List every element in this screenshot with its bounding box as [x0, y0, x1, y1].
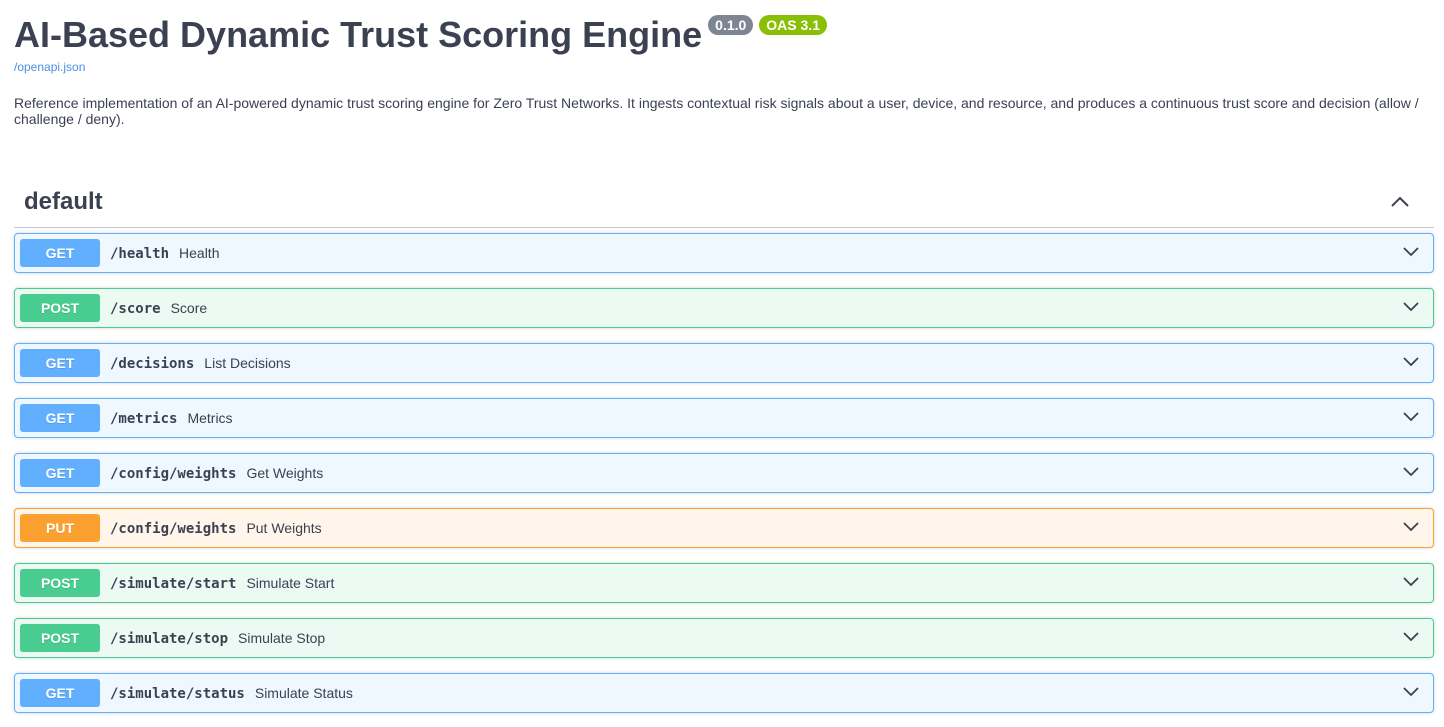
operation-path: /metrics Metrics — [110, 410, 233, 427]
method-badge: POST — [20, 294, 100, 322]
method-badge: POST — [20, 569, 100, 597]
operation-path: /score Score — [110, 300, 208, 317]
operation-summary: Put Weights — [246, 520, 322, 536]
page-title: AI-Based Dynamic Trust Scoring Engine — [14, 14, 703, 55]
method-badge: GET — [20, 404, 100, 432]
operation-path: /config/weights Put Weights — [110, 520, 322, 537]
operation-path: /simulate/start Simulate Start — [110, 575, 335, 592]
operation-post-simulate-start[interactable]: POST /simulate/start Simulate Start — [14, 563, 1434, 603]
operation-summary: Simulate Start — [246, 575, 335, 591]
title-row: AI-Based Dynamic Trust Scoring Engine 0.… — [14, 14, 827, 56]
tag-title: default — [24, 188, 103, 215]
version-badge: 0.1.0 — [708, 15, 754, 35]
operation-post-score[interactable]: POST /score Score — [14, 288, 1434, 328]
operation-get-metrics[interactable]: GET /metrics Metrics — [14, 398, 1434, 438]
method-badge: GET — [20, 459, 100, 487]
tag-section-default[interactable]: default — [14, 178, 1434, 228]
operation-path: /config/weights Get Weights — [110, 465, 324, 482]
chevron-down-icon[interactable] — [1401, 352, 1421, 372]
method-badge: POST — [20, 624, 100, 652]
method-badge: GET — [20, 349, 100, 377]
chevron-down-icon[interactable] — [1401, 627, 1421, 647]
operation-summary: Metrics — [187, 410, 233, 426]
operation-path: /simulate/stop Simulate Stop — [110, 630, 326, 647]
openapi-json-link[interactable]: /openapi.json — [14, 60, 85, 74]
chevron-down-icon[interactable] — [1401, 462, 1421, 482]
operation-put-config-weights[interactable]: PUT /config/weights Put Weights — [14, 508, 1434, 548]
chevron-down-icon[interactable] — [1401, 242, 1421, 262]
method-badge: PUT — [20, 514, 100, 542]
operation-post-simulate-stop[interactable]: POST /simulate/stop Simulate Stop — [14, 618, 1434, 658]
operation-get-health[interactable]: GET /health Health — [14, 233, 1434, 273]
method-badge: GET — [20, 239, 100, 267]
chevron-down-icon[interactable] — [1401, 407, 1421, 427]
operation-path: /health Health — [110, 245, 220, 262]
operation-summary: List Decisions — [204, 355, 291, 371]
api-description: Reference implementation of an AI-powere… — [14, 95, 1419, 127]
operation-summary: Score — [170, 300, 208, 316]
operation-get-config-weights[interactable]: GET /config/weights Get Weights — [14, 453, 1434, 493]
operation-summary: Simulate Status — [254, 685, 353, 701]
operation-get-simulate-status[interactable]: GET /simulate/status Simulate Status — [14, 673, 1434, 713]
method-badge: GET — [20, 679, 100, 707]
chevron-down-icon[interactable] — [1401, 517, 1421, 537]
operation-path: /decisions List Decisions — [110, 355, 291, 372]
operation-get-decisions[interactable]: GET /decisions List Decisions — [14, 343, 1434, 383]
operation-path: /simulate/status Simulate Status — [110, 685, 353, 702]
chevron-down-icon[interactable] — [1401, 572, 1421, 592]
chevron-up-icon[interactable] — [1388, 190, 1412, 214]
chevron-down-icon[interactable] — [1401, 297, 1421, 317]
chevron-down-icon[interactable] — [1401, 682, 1421, 702]
operation-summary: Simulate Stop — [238, 630, 326, 646]
operation-summary: Health — [179, 245, 220, 261]
oas-badge: OAS 3.1 — [759, 15, 827, 35]
operation-summary: Get Weights — [246, 465, 324, 481]
